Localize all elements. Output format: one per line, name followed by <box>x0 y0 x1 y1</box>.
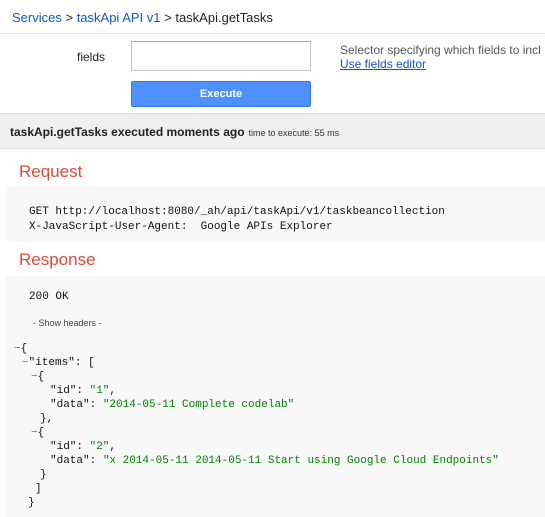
json-key: "items" <box>28 357 75 369</box>
json-id-line: "id": "2", <box>50 441 117 453</box>
json-id-value: "2" <box>89 441 110 453</box>
request-title: Request <box>19 162 83 181</box>
collapse-toggle-icon[interactable]: − <box>31 427 38 439</box>
show-headers-toggle[interactable]: - Show headers - <box>33 318 102 328</box>
json-item-open: −{ <box>31 371 45 383</box>
fields-label: fields <box>77 50 106 64</box>
breadcrumb-api-link[interactable]: taskApi API v1 <box>77 10 161 25</box>
json-id-line: "id": "1", <box>50 385 117 397</box>
json-item-close: } <box>40 469 47 481</box>
header-divider <box>0 33 545 34</box>
collapse-toggle-icon[interactable]: − <box>22 357 29 369</box>
json-data-line: "data": "x 2014-05-11 2014-05-11 Start u… <box>50 455 499 467</box>
json-data-line: "data": "2014-05-11 Complete codelab" <box>50 399 295 411</box>
fields-input[interactable] <box>131 41 311 71</box>
json-item-open: −{ <box>31 427 45 439</box>
collapse-toggle-icon[interactable]: − <box>31 371 38 383</box>
json-items-close: ] <box>35 483 42 495</box>
execute-button[interactable]: Execute <box>131 81 311 107</box>
json-data-value: "x 2014-05-11 2014-05-11 Start using Goo… <box>102 455 499 467</box>
json-root-close: } <box>28 497 35 509</box>
execution-time: time to execute: 55 ms <box>248 128 340 138</box>
json-items-line: −"items": [ <box>22 357 95 369</box>
breadcrumb-separator: > <box>61 10 77 25</box>
json-data-value: "2014-05-11 Complete codelab" <box>102 399 295 411</box>
request-url: GET http://localhost:8080/_ah/api/taskAp… <box>29 206 445 218</box>
breadcrumb-current-method: taskApi.getTasks <box>175 10 273 25</box>
breadcrumb-services-link[interactable]: Services <box>12 10 62 25</box>
response-title: Response <box>19 250 96 269</box>
breadcrumb: Services > taskApi API v1 > taskApi.getT… <box>12 10 273 25</box>
json-root-open: −{ <box>14 343 28 355</box>
request-header: X-JavaScript-User-Agent: Google APIs Exp… <box>29 221 333 233</box>
response-status-code: 200 OK <box>29 291 69 303</box>
fields-description: Selector specifying which fields to incl <box>340 43 541 57</box>
breadcrumb-separator: > <box>160 10 176 25</box>
fields-editor-link[interactable]: Use fields editor <box>340 57 426 71</box>
collapse-toggle-icon[interactable]: − <box>14 343 21 355</box>
json-id-value: "1" <box>89 385 110 397</box>
execution-status: taskApi.getTasks executed moments ago tim… <box>10 125 339 139</box>
json-item-close: }, <box>40 413 54 425</box>
execution-status-message: taskApi.getTasks executed moments ago <box>10 125 245 139</box>
execution-status-bar: taskApi.getTasks executed moments ago tim… <box>0 113 545 149</box>
